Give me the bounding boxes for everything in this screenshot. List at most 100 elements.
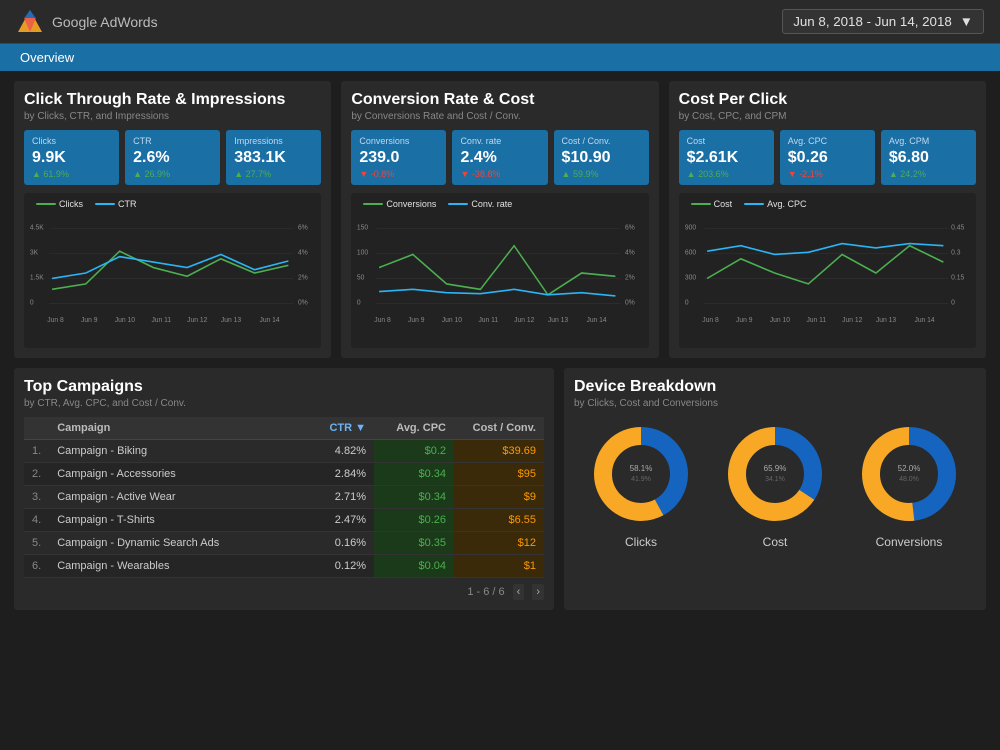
- ctr-card: CTR 2.6% 26.9%: [125, 130, 220, 185]
- row-num: 1.: [24, 440, 49, 463]
- svg-text:Jun 13: Jun 13: [548, 315, 568, 325]
- svg-text:300: 300: [685, 272, 696, 282]
- row-avg-cpc: $0.34: [374, 486, 454, 509]
- cpc-legend: Cost Avg. CPC: [683, 199, 972, 209]
- svg-text:Jun 12: Jun 12: [842, 315, 862, 325]
- svg-text:2%: 2%: [298, 272, 308, 282]
- cpc-chart-area: Cost Avg. CPC 900 600 300 0 0.45 0.3 0.1…: [679, 193, 976, 348]
- row-cost-conv: $39.69: [454, 440, 544, 463]
- date-range[interactable]: Jun 8, 2018 - Jun 14, 2018 ▼: [782, 9, 984, 34]
- svg-text:41.9%: 41.9%: [631, 476, 651, 483]
- conversions-donut-chart: 52.0% 48.0%: [854, 419, 964, 529]
- svg-text:Jun 14: Jun 14: [259, 315, 279, 325]
- adwords-logo-icon: [16, 8, 44, 36]
- clicks-label: Clicks: [625, 535, 657, 549]
- svg-text:6%: 6%: [625, 222, 635, 232]
- ctr-legend: Clicks CTR: [28, 199, 317, 209]
- row-ctr: 4.82%: [304, 440, 374, 463]
- cpc-chart: 900 600 300 0 0.45 0.3 0.15 0 Ju: [683, 213, 972, 333]
- conv-title: Conversion Rate & Cost: [351, 91, 648, 109]
- avg-cpc-card: Avg. CPC $0.26 -2.1%: [780, 130, 875, 185]
- cost-donut-chart: 65.9% 34.1%: [720, 419, 830, 529]
- cost-legend: Cost: [691, 199, 733, 209]
- svg-text:Jun 8: Jun 8: [47, 315, 63, 325]
- svg-text:900: 900: [685, 222, 696, 232]
- avg-cpm-card: Avg. CPM $6.80 24.2%: [881, 130, 976, 185]
- table-row: 6. Campaign - Wearables 0.12% $0.04 $1: [24, 555, 544, 578]
- clicks-card: Clicks 9.9K 61.9%: [24, 130, 119, 185]
- conversions-label: Conversions: [876, 535, 943, 549]
- conversions-donut: 52.0% 48.0% Conversions: [854, 419, 964, 549]
- campaigns-title: Top Campaigns: [24, 378, 544, 396]
- ctr-subtitle: by Clicks, CTR, and Impressions: [24, 111, 321, 122]
- ctr-impressions-section: Click Through Rate & Impressions by Clic…: [14, 81, 331, 358]
- row-campaign: Campaign - T-Shirts: [49, 509, 304, 532]
- col-campaign: Campaign: [49, 417, 304, 440]
- logo-text: Google AdWords: [52, 14, 158, 30]
- ctr-legend-item: CTR: [95, 199, 137, 209]
- table-row: 3. Campaign - Active Wear 2.71% $0.34 $9: [24, 486, 544, 509]
- conv-rate-legend: Conv. rate: [448, 199, 512, 209]
- col-avg-cpc: Avg. CPC: [374, 417, 454, 440]
- main-content: Click Through Rate & Impressions by Clic…: [0, 71, 1000, 749]
- svg-text:0%: 0%: [298, 297, 308, 307]
- pagination-text: 1 - 6 / 6: [467, 586, 504, 598]
- ctr-chart-area: Clicks CTR 4.5K 3K 1.5K 0 6% 4%: [24, 193, 321, 348]
- svg-text:Jun 13: Jun 13: [221, 315, 241, 325]
- svg-text:Jun 10: Jun 10: [115, 315, 135, 325]
- svg-text:52.0%: 52.0%: [898, 464, 921, 473]
- cost-card: Cost $2.61K 203.6%: [679, 130, 774, 185]
- col-ctr[interactable]: CTR ▼: [304, 417, 374, 440]
- cost-conv-card: Cost / Conv. $10.90 59.9%: [554, 130, 649, 185]
- table-row: 1. Campaign - Biking 4.82% $0.2 $39.69: [24, 440, 544, 463]
- svg-text:4%: 4%: [625, 247, 635, 257]
- svg-text:4%: 4%: [298, 247, 308, 257]
- svg-text:65.9%: 65.9%: [764, 464, 787, 473]
- campaigns-section: Top Campaigns by CTR, Avg. CPC, and Cost…: [14, 368, 554, 610]
- svg-text:58.1%: 58.1%: [630, 464, 653, 473]
- svg-text:4.5K: 4.5K: [30, 222, 44, 232]
- row-cost-conv: $9: [454, 486, 544, 509]
- clicks-legend: Clicks: [36, 199, 83, 209]
- chevron-down-icon: ▼: [960, 14, 973, 29]
- avg-cpc-legend: Avg. CPC: [744, 199, 806, 209]
- svg-text:0: 0: [685, 297, 689, 307]
- svg-text:Jun 11: Jun 11: [479, 315, 499, 325]
- date-range-text: Jun 8, 2018 - Jun 14, 2018: [793, 14, 952, 29]
- svg-text:2%: 2%: [625, 272, 635, 282]
- bottom-row: Top Campaigns by CTR, Avg. CPC, and Cost…: [14, 368, 986, 610]
- ctr-metrics: Clicks 9.9K 61.9% CTR 2.6% 26.9% Impress…: [24, 130, 321, 185]
- next-page-button[interactable]: ›: [532, 584, 544, 600]
- svg-text:Jun 13: Jun 13: [876, 315, 896, 325]
- col-cost-conv: Cost / Conv.: [454, 417, 544, 440]
- device-subtitle: by Clicks, Cost and Conversions: [574, 398, 976, 409]
- row-campaign: Campaign - Wearables: [49, 555, 304, 578]
- row-num: 4.: [24, 509, 49, 532]
- svg-text:0.45: 0.45: [951, 222, 964, 232]
- cost-label: Cost: [763, 535, 788, 549]
- svg-text:34.1%: 34.1%: [765, 476, 785, 483]
- overview-tab[interactable]: Overview: [0, 44, 1000, 71]
- header: Google AdWords Jun 8, 2018 - Jun 14, 201…: [0, 0, 1000, 44]
- campaigns-table: Campaign CTR ▼ Avg. CPC Cost / Conv. 1. …: [24, 417, 544, 578]
- prev-page-button[interactable]: ‹: [513, 584, 525, 600]
- svg-text:Jun 8: Jun 8: [375, 315, 391, 325]
- row-ctr: 2.47%: [304, 509, 374, 532]
- cpc-subtitle: by Cost, CPC, and CPM: [679, 111, 976, 122]
- row-num: 2.: [24, 463, 49, 486]
- date-range-button[interactable]: Jun 8, 2018 - Jun 14, 2018 ▼: [782, 9, 984, 34]
- svg-text:Jun 9: Jun 9: [408, 315, 424, 325]
- row-avg-cpc: $0.04: [374, 555, 454, 578]
- row-campaign: Campaign - Accessories: [49, 463, 304, 486]
- conv-rate-card: Conv. rate 2.4% -38.8%: [452, 130, 547, 185]
- svg-text:Jun 12: Jun 12: [514, 315, 534, 325]
- svg-text:600: 600: [685, 247, 696, 257]
- row-ctr: 0.12%: [304, 555, 374, 578]
- clicks-donut-chart: 58.1% 41.9%: [586, 419, 696, 529]
- svg-text:1.5K: 1.5K: [30, 272, 44, 282]
- row-avg-cpc: $0.35: [374, 532, 454, 555]
- row-campaign: Campaign - Dynamic Search Ads: [49, 532, 304, 555]
- conv-subtitle: by Conversions Rate and Cost / Conv.: [351, 111, 648, 122]
- clicks-donut: 58.1% 41.9% Clicks: [586, 419, 696, 549]
- svg-text:0: 0: [357, 297, 361, 307]
